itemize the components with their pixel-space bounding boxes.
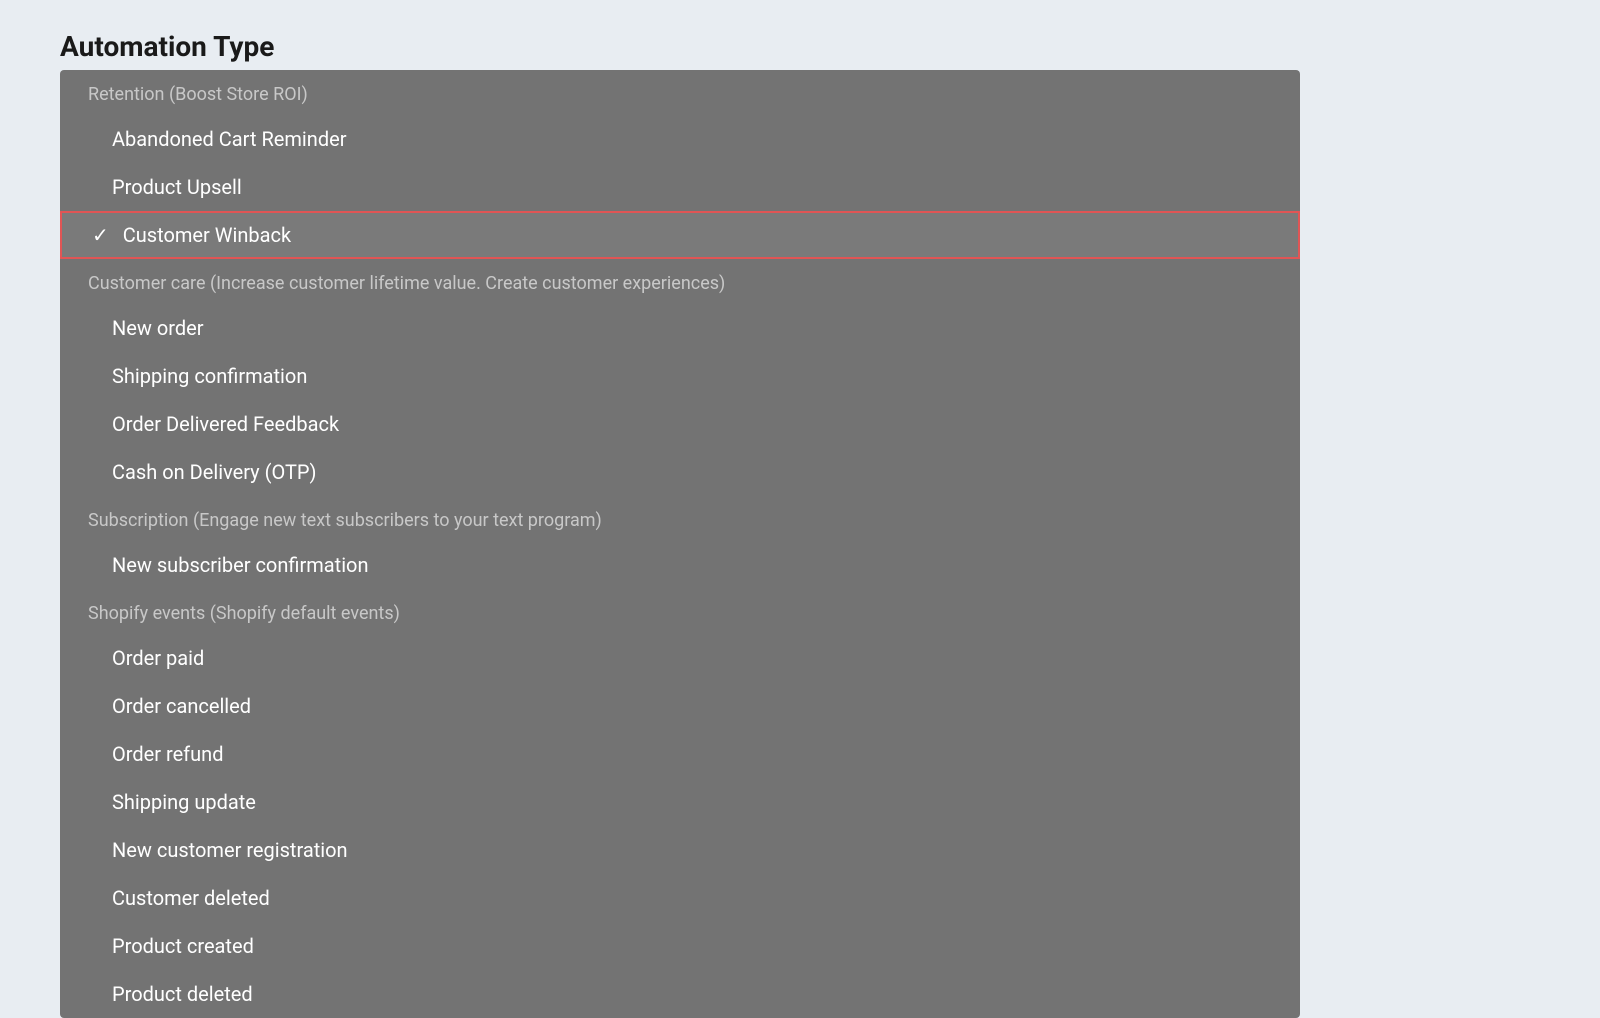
dropdown-item-order-cancelled-label: Order cancelled [112,694,1272,718]
group-header-customer-care: Customer care (Increase customer lifetim… [60,259,1300,304]
dropdown-item-shipping-confirmation-label: Shipping confirmation [112,364,1272,388]
automation-type-dropdown[interactable]: Retention (Boost Store ROI) ✓ Abandoned … [60,70,1300,1018]
checkmark-customer-winback: ✓ [92,223,109,247]
dropdown-item-customer-deleted-label: Customer deleted [112,886,1272,910]
dropdown-item-order-delivered-feedback-label: Order Delivered Feedback [112,412,1272,436]
page-background: Automation Type Se Re Se Retention (Boos… [0,0,1600,1001]
dropdown-item-new-customer-registration-label: New customer registration [112,838,1272,862]
group-header-subscription: Subscription (Engage new text subscriber… [60,496,1300,541]
dropdown-item-new-order[interactable]: ✓ New order [60,304,1300,352]
dropdown-item-shipping-confirmation[interactable]: ✓ Shipping confirmation [60,352,1300,400]
dropdown-item-product-deleted-label: Product deleted [112,982,1272,1006]
dropdown-item-order-refund-label: Order refund [112,742,1272,766]
dropdown-item-product-upsell-label: Product Upsell [112,175,1272,199]
dropdown-item-order-refund[interactable]: ✓ Order refund [60,730,1300,778]
dropdown-item-order-paid-label: Order paid [112,646,1272,670]
dropdown-item-product-deleted[interactable]: ✓ Product deleted [60,970,1300,1018]
dropdown-item-shipping-update[interactable]: ✓ Shipping update [60,778,1300,826]
dropdown-item-abandoned-cart[interactable]: ✓ Abandoned Cart Reminder [60,115,1300,163]
dropdown-item-order-paid[interactable]: ✓ Order paid [60,634,1300,682]
dropdown-item-product-upsell[interactable]: ✓ Product Upsell [60,163,1300,211]
dropdown-item-customer-winback-label: Customer Winback [123,223,1272,247]
dropdown-item-product-created[interactable]: ✓ Product created [60,922,1300,970]
dropdown-item-abandoned-cart-label: Abandoned Cart Reminder [112,127,1272,151]
dropdown-item-order-delivered-feedback[interactable]: ✓ Order Delivered Feedback [60,400,1300,448]
dropdown-item-new-subscriber-confirmation[interactable]: ✓ New subscriber confirmation [60,541,1300,589]
dropdown-item-new-customer-registration[interactable]: ✓ New customer registration [60,826,1300,874]
dropdown-item-new-order-label: New order [112,316,1272,340]
dropdown-item-customer-winback[interactable]: ✓ Customer Winback [60,211,1300,259]
dropdown-item-shipping-update-label: Shipping update [112,790,1272,814]
dropdown-item-customer-deleted[interactable]: ✓ Customer deleted [60,874,1300,922]
dropdown-item-product-created-label: Product created [112,934,1272,958]
group-header-retention: Retention (Boost Store ROI) [60,70,1300,115]
automation-type-title: Automation Type [60,30,1540,63]
dropdown-item-new-subscriber-confirmation-label: New subscriber confirmation [112,553,1272,577]
dropdown-item-order-cancelled[interactable]: ✓ Order cancelled [60,682,1300,730]
dropdown-item-cash-on-delivery[interactable]: ✓ Cash on Delivery (OTP) [60,448,1300,496]
dropdown-item-cash-on-delivery-label: Cash on Delivery (OTP) [112,460,1272,484]
group-header-shopify-events: Shopify events (Shopify default events) [60,589,1300,634]
